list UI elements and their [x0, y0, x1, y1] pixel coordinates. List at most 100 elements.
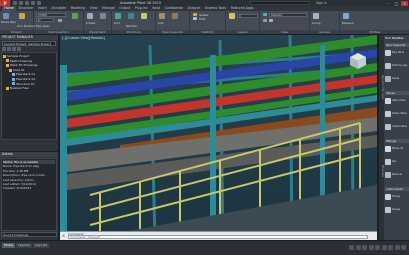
palette-tool-icon [385, 110, 391, 117]
search-input[interactable] [250, 1, 310, 5]
tree-item-label: Related Files [10, 86, 29, 91]
hide-icon[interactable] [193, 17, 197, 20]
line-number-icon[interactable] [19, 13, 25, 19]
pipe-size-combo[interactable]: 6" [36, 18, 54, 22]
member-icon[interactable] [128, 13, 134, 19]
close-button[interactable]: ✕ [401, 0, 408, 6]
palette-tab-strip: Dynamic Pipe Spec Structure [379, 35, 384, 240]
palette-tool[interactable]: Guide [385, 75, 409, 82]
osnap-toggle-icon[interactable] [381, 245, 387, 250]
command-input[interactable]: Command: *Cancel* [68, 235, 368, 239]
palette-tool[interactable]: Gauge [385, 206, 409, 213]
details-title: Details [0, 152, 58, 157]
create-equipment-icon[interactable] [87, 13, 93, 19]
fullscreen-icon[interactable] [401, 245, 406, 250]
palette-tool[interactable]: Globe Valve [385, 110, 409, 117]
detail-line: Created: 3/10/2014 [3, 186, 32, 191]
hide-label: Hide [199, 17, 206, 21]
maximize-button[interactable]: □ [393, 1, 400, 6]
new-icon[interactable] [13, 1, 17, 5]
layout-tab[interactable]: Model [2, 243, 16, 248]
command-line: × Command: Command: *Cancel* [60, 231, 377, 240]
snap-toggle-icon[interactable] [362, 245, 367, 250]
modify-support-icon[interactable] [172, 13, 178, 19]
pipe-spec-combo[interactable]: CS300 [36, 13, 66, 17]
layout-tab[interactable]: Layout1 [16, 243, 33, 248]
add-support-icon[interactable] [159, 13, 165, 19]
palette-section-header[interactable]: Fittings [385, 139, 409, 143]
panel-title: View [260, 30, 309, 34]
palette-tool[interactable]: Pipe Shoe [385, 49, 409, 56]
visual-styles-icon[interactable] [263, 13, 267, 16]
palette-tool-icon [385, 75, 391, 82]
redo-icon[interactable] [37, 1, 41, 5]
palette-tool-icon [385, 97, 391, 104]
palette-tool[interactable]: Elbow 90 [385, 145, 409, 152]
panel-title: Pipe Supports [156, 30, 189, 34]
palette-tool[interactable]: Check Valve [385, 123, 409, 130]
minimize-button[interactable]: – [385, 1, 392, 6]
open-icon[interactable] [19, 1, 23, 5]
visual-style-combo[interactable]: Realistic [269, 13, 307, 17]
group-label: Group [312, 21, 321, 25]
save-icon[interactable] [25, 1, 29, 5]
palette-tab[interactable]: Dynamic Pipe Spec [379, 75, 384, 100]
workspace-icon[interactable] [388, 245, 393, 250]
layer-combo[interactable]: 0 [237, 14, 258, 18]
panel-title: Visibility [190, 30, 225, 34]
palette-section-header[interactable]: Pipe Supports [385, 43, 409, 47]
folder-icon [3, 54, 6, 58]
ortho-toggle-icon[interactable] [368, 245, 374, 250]
close-icon[interactable]: × [61, 233, 66, 238]
palette-section-header[interactable]: Instruments [385, 187, 409, 191]
palette-tool[interactable]: Gate Valve [385, 97, 409, 104]
group-icon[interactable] [313, 13, 319, 19]
panel-layers: 0 Layers [226, 11, 260, 34]
source-drawings-dropdown[interactable]: Source Drawings [1, 232, 57, 237]
copy-drawing-icon[interactable] [7, 47, 11, 51]
palette-tool-label: Flange [392, 195, 401, 198]
tree-item[interactable]: Related Files [3, 86, 55, 91]
railing-icon[interactable] [141, 13, 147, 19]
palette-tool[interactable]: Tee [385, 158, 409, 165]
measure-icon[interactable] [343, 13, 349, 19]
undo-icon[interactable] [31, 1, 35, 5]
orbit-icon[interactable] [269, 19, 273, 22]
ribbon: Route Pipe Line Number Project CS300 6" … [0, 11, 409, 34]
palette-tool[interactable]: Flange [385, 193, 409, 200]
tool-palette: Dynamic Pipe Spec Structure Tool Palette… [378, 35, 409, 240]
current-project-dropdown[interactable]: Current Project: Sample Project [2, 41, 56, 46]
panel-title: Project [0, 30, 33, 34]
properties-icon[interactable] [12, 47, 16, 51]
viewcube-icon[interactable] [349, 52, 367, 70]
palette-tool[interactable]: Dummy Leg [385, 62, 409, 69]
project-tree[interactable]: Sample Project P&ID Drawings Plant 3D Draw… [1, 52, 57, 140]
model-viewport[interactable]: [–][Custom View][Realistic] × Command: C… [60, 35, 377, 240]
route-pipe-icon[interactable] [3, 13, 9, 19]
grid-toggle-icon[interactable] [355, 245, 361, 250]
palette-tool-icon [385, 158, 391, 165]
annotation-scale-icon[interactable] [394, 245, 400, 250]
spec-viewer-icon[interactable] [72, 13, 78, 19]
polar-toggle-icon[interactable] [375, 245, 380, 250]
layer-properties-icon[interactable] [229, 13, 235, 19]
model-space-icon[interactable] [349, 245, 354, 250]
new-drawing-icon[interactable] [2, 47, 6, 51]
layout-tabs: Model Layout1 Layout2 [2, 243, 50, 248]
palette-tool[interactable]: Reducer [385, 171, 409, 178]
measure-label: Measure [342, 21, 354, 25]
insert-part-icon[interactable] [58, 19, 62, 22]
isolate-icon[interactable] [193, 13, 197, 16]
palette-tab[interactable]: Structure [379, 165, 384, 177]
modify-equipment-icon[interactable] [100, 13, 106, 19]
panel-title: Structure [112, 30, 155, 34]
view-icon[interactable] [263, 19, 267, 22]
palette-section-header[interactable]: Valves [385, 91, 409, 95]
layout-tab[interactable]: Layout2 [33, 243, 50, 248]
drawing-icon [12, 73, 15, 77]
grid-icon[interactable] [115, 13, 121, 19]
palette-tool-icon [385, 193, 391, 200]
viewport-controls-label[interactable]: [–][Custom View][Realistic] [62, 36, 105, 40]
refresh-icon[interactable] [17, 47, 21, 51]
panel-visibility: Isolate Hide Visibility [190, 11, 226, 34]
